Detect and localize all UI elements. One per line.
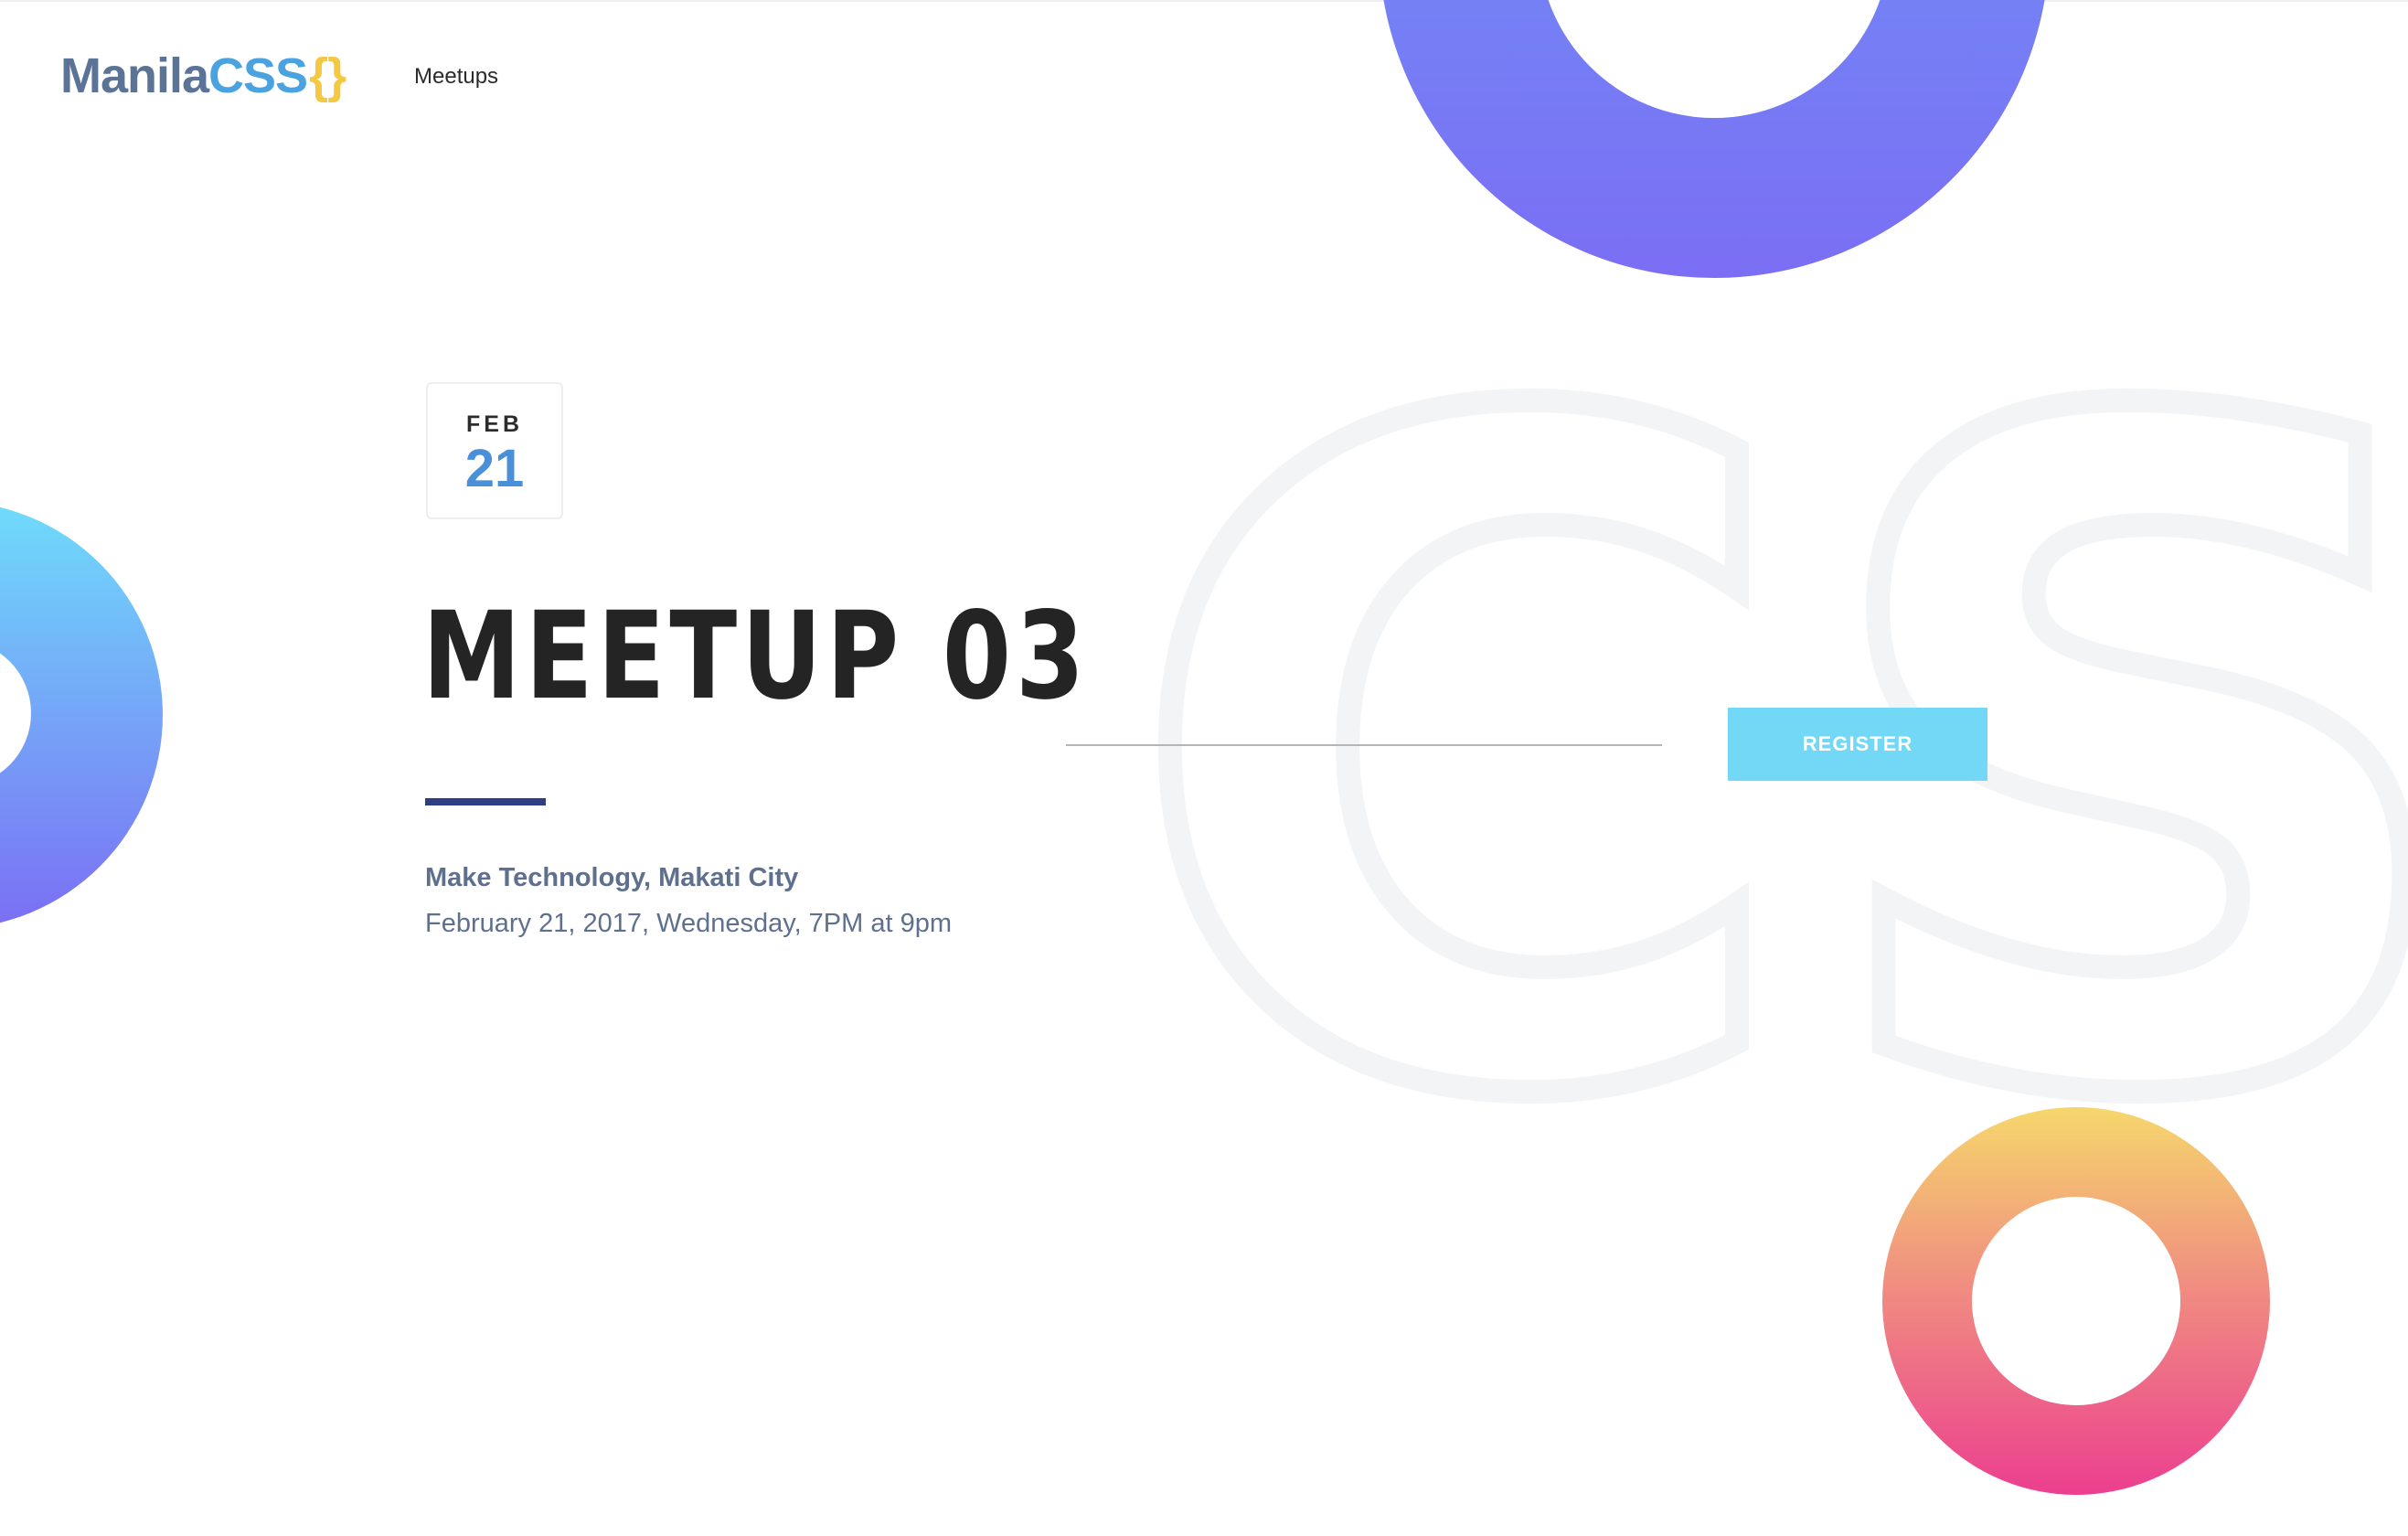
event-date-card: FEB 21 — [426, 382, 563, 519]
decorative-ring-bottom-hole — [1972, 1197, 2180, 1405]
nav-link-meetups[interactable]: Meetups — [414, 64, 498, 90]
logo-text-css: CSS — [208, 48, 308, 103]
event-venue: Make Technology, Makati City — [425, 863, 799, 892]
site-logo[interactable]: Manila CSS {} — [60, 48, 346, 104]
title-underline — [425, 798, 546, 805]
event-date-day: 21 — [464, 439, 525, 498]
logo-text-manila: Manila — [60, 48, 209, 103]
event-date-month: FEB — [466, 411, 523, 437]
event-title: MEETUP 03 — [422, 586, 1090, 727]
event-datetime: February 21, 2017, Wednesday, 7PM at 9pm — [425, 909, 953, 938]
top-border — [0, 0, 2408, 2]
logo-braces-icon: {} — [309, 48, 346, 103]
register-button[interactable]: REGISTER — [1728, 708, 1987, 781]
register-email-input[interactable] — [1066, 704, 1662, 746]
page: CSS Manila CSS {} Meetups FEB 21 MEETUP … — [0, 0, 2408, 1536]
